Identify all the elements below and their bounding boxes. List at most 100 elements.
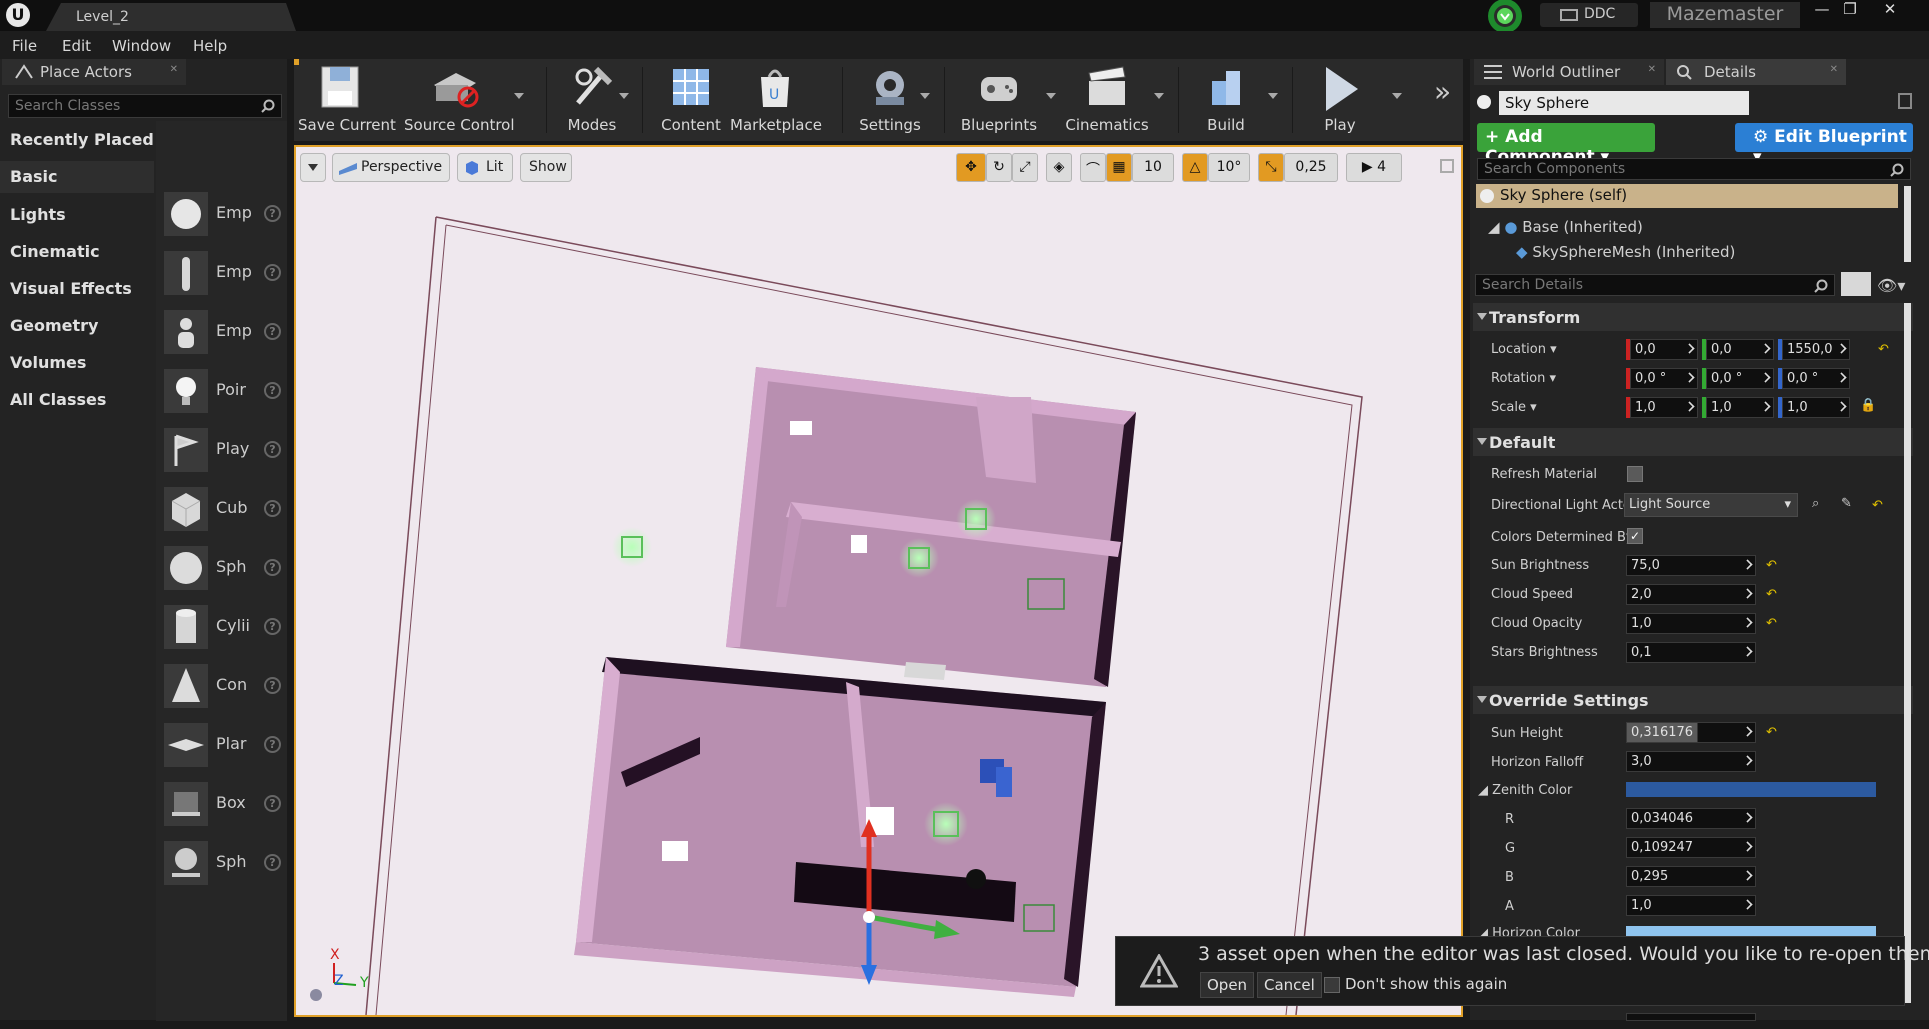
cinematics-button[interactable]: Cinematics <box>1062 59 1152 141</box>
rotation-snap-icon[interactable]: △ <box>1182 153 1208 182</box>
cloud-speed-field[interactable]: 2,0 <box>1626 584 1756 605</box>
close-tab-icon[interactable]: ✕ <box>1830 64 1838 75</box>
scale-x[interactable]: 1,0 <box>1630 397 1698 418</box>
blueprints-button[interactable]: Blueprints <box>954 59 1044 141</box>
category-all-classes[interactable]: All Classes <box>0 384 154 416</box>
help-icon[interactable]: ? <box>264 323 281 340</box>
reset-directional-light-icon[interactable]: ↶ <box>1872 498 1883 513</box>
scale-label[interactable]: Scale ▾ <box>1491 400 1537 415</box>
play-dropdown[interactable] <box>1392 93 1402 99</box>
build-dropdown[interactable] <box>1268 93 1278 99</box>
help-icon[interactable]: ? <box>264 736 281 753</box>
scale-lock-icon[interactable]: 🔒 <box>1860 398 1876 413</box>
component-mesh-row[interactable]: ◆ SkySphereMesh (Inherited) <box>1516 243 1735 261</box>
grid-snap-value[interactable]: 10 <box>1132 153 1174 182</box>
maximize-button[interactable]: ❐ <box>1836 0 1864 20</box>
menu-window[interactable]: Window <box>112 37 171 55</box>
content-button[interactable]: Content <box>654 59 728 141</box>
blueprints-dropdown[interactable] <box>1046 93 1056 99</box>
reset-cloud-speed-icon[interactable]: ↶ <box>1766 587 1777 602</box>
source-control-dropdown[interactable] <box>514 93 524 99</box>
ddc-button[interactable]: DDC <box>1540 3 1638 27</box>
lit-button[interactable]: Lit <box>457 153 513 182</box>
level-viewport[interactable]: X Z Y Perspective Lit Show ✥ ↻ ⤢ ◈ ⌒ ▦ 1… <box>294 145 1463 1017</box>
scale-tool-icon[interactable]: ⤢ <box>1012 153 1038 182</box>
coordinate-space-icon[interactable]: ◈ <box>1046 153 1072 182</box>
sun-brightness-field[interactable]: 75,0 <box>1626 555 1756 576</box>
grid-snap-icon[interactable]: ▦ <box>1106 153 1132 182</box>
actor-item[interactable]: Sph? <box>164 544 282 594</box>
level-tab[interactable]: Level_2 <box>46 3 296 31</box>
stars-brightness-field[interactable]: 0,1 <box>1626 642 1756 663</box>
maximize-viewport-icon[interactable] <box>1440 159 1454 173</box>
property-matrix-icon[interactable] <box>1841 272 1871 296</box>
save-current-button[interactable]: Save Current <box>298 59 396 141</box>
translate-tool-icon[interactable]: ✥ <box>956 153 986 182</box>
menu-edit[interactable]: Edit <box>62 37 91 55</box>
category-cinematic[interactable]: Cinematic <box>0 236 154 268</box>
help-icon[interactable]: ? <box>264 618 281 635</box>
help-icon[interactable]: ? <box>264 500 281 517</box>
search-components-input[interactable]: Search Components <box>1477 158 1911 180</box>
menu-help[interactable]: Help <box>193 37 227 55</box>
actor-item[interactable]: Sph? <box>164 839 282 889</box>
actor-item[interactable]: Cub? <box>164 485 282 535</box>
settings-button[interactable]: Settings <box>848 59 932 141</box>
category-geometry[interactable]: Geometry <box>0 310 154 342</box>
show-button[interactable]: Show <box>520 153 572 182</box>
add-component-button[interactable]: + Add Component ▾ <box>1477 123 1655 167</box>
search-details-input[interactable]: Search Details <box>1475 274 1835 296</box>
actor-item[interactable]: Poir? <box>164 367 282 417</box>
override-settings-section[interactable]: Override Settings <box>1473 686 1913 714</box>
build-button[interactable]: Build <box>1184 59 1268 141</box>
actor-item[interactable]: Box? <box>164 780 282 830</box>
menu-file[interactable]: File <box>12 37 37 55</box>
edit-blueprint-button[interactable]: ⚙ Edit Blueprint ▾ <box>1735 123 1913 167</box>
close-window-button[interactable]: ✕ <box>1876 0 1904 20</box>
category-volumes[interactable]: Volumes <box>0 347 154 379</box>
transform-section[interactable]: Transform <box>1473 303 1913 331</box>
place-actors-tab[interactable]: Place Actors ✕ <box>2 59 186 85</box>
actor-item[interactable]: Emp? <box>164 190 282 240</box>
category-lights[interactable]: Lights <box>0 199 154 231</box>
modes-button[interactable]: Modes <box>550 59 634 141</box>
actor-name-field[interactable]: Sky Sphere <box>1499 91 1749 115</box>
cancel-button[interactable]: Cancel <box>1257 972 1322 998</box>
camera-speed-button[interactable]: ▶ 4 <box>1346 153 1402 182</box>
modes-dropdown[interactable] <box>619 93 629 99</box>
perspective-button[interactable]: Perspective <box>332 153 450 182</box>
browse-icon[interactable]: ⌕ <box>1812 496 1819 511</box>
rotation-label[interactable]: Rotation ▾ <box>1491 371 1556 386</box>
sun-height-slider[interactable]: 0,316176 <box>1626 722 1756 743</box>
help-icon[interactable]: ? <box>264 559 281 576</box>
next-property-field[interactable] <box>1626 1013 1756 1021</box>
cinematics-dropdown[interactable] <box>1154 93 1164 99</box>
zenith-color-swatch[interactable] <box>1626 782 1876 797</box>
horizon-falloff-field[interactable]: 3,0 <box>1626 751 1756 772</box>
ddc-status-icon[interactable] <box>1480 0 1530 31</box>
close-tab-icon[interactable]: ✕ <box>170 64 178 75</box>
help-icon[interactable]: ? <box>264 441 281 458</box>
zenith-color-label[interactable]: ◢ Zenith Color <box>1478 783 1572 798</box>
location-x[interactable]: 0,0 <box>1630 339 1698 360</box>
location-y[interactable]: 0,0 <box>1706 339 1774 360</box>
scale-snap-value[interactable]: 0,25 <box>1284 153 1338 182</box>
source-control-button[interactable]: Source Control <box>404 59 515 141</box>
world-outliner-tab[interactable]: World Outliner ✕ <box>1474 59 1664 85</box>
rotation-y[interactable]: 0,0 ° <box>1706 368 1774 389</box>
component-self-row[interactable]: Sky Sphere (self) <box>1476 184 1898 208</box>
viewport-options-button[interactable] <box>300 153 326 182</box>
horizon-color-label[interactable]: ◢ Horizon Color <box>1478 926 1580 936</box>
help-icon[interactable]: ? <box>264 854 281 871</box>
scale-z[interactable]: 1,0 <box>1782 397 1850 418</box>
open-button[interactable]: Open <box>1200 972 1255 998</box>
refresh-material-checkbox[interactable] <box>1627 466 1643 482</box>
help-icon[interactable]: ? <box>264 795 281 812</box>
scale-y[interactable]: 1,0 <box>1706 397 1774 418</box>
component-base-row[interactable]: ◢ ● Base (Inherited) <box>1488 218 1643 236</box>
zenith-g-field[interactable]: 0,109247 <box>1626 837 1756 858</box>
location-z[interactable]: 1550,0 <box>1782 339 1850 360</box>
actor-item[interactable]: Con? <box>164 662 282 712</box>
reset-location-icon[interactable]: ↶ <box>1878 342 1889 357</box>
details-tab[interactable]: Details ✕ <box>1666 59 1846 85</box>
